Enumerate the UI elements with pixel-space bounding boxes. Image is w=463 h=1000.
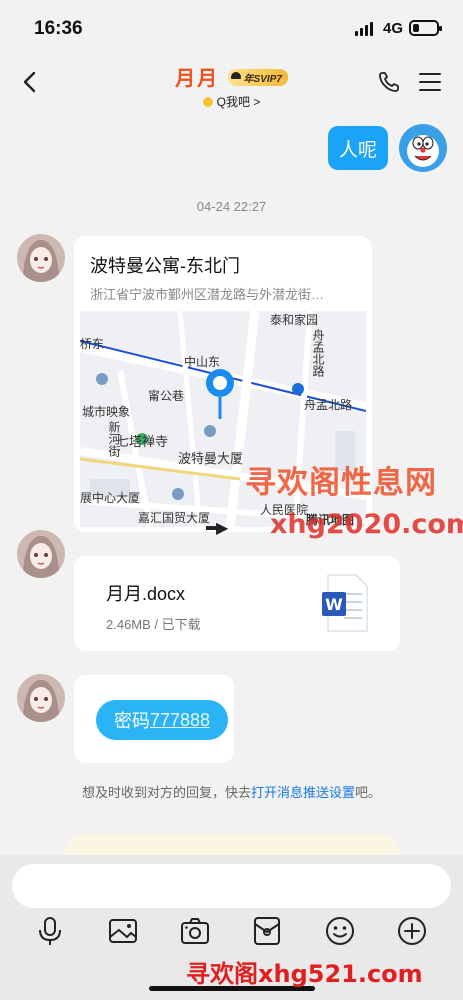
battery-level xyxy=(413,24,419,32)
status-bar: 16:36 4G xyxy=(0,0,463,58)
push-notice: 想及时收到对方的回复，快去打开消息推送设置吧。 xyxy=(81,785,382,800)
emoji-icon[interactable] xyxy=(324,915,356,947)
svg-text:W: W xyxy=(325,595,343,614)
file-meta: 2.46MB / 已下载 xyxy=(106,617,201,632)
battery-icon xyxy=(409,20,442,36)
vip-badge: 年SVIP7 xyxy=(227,69,288,86)
file-message-card[interactable]: 月月.docx 2.46MB / 已下载 W xyxy=(74,556,400,651)
message-input[interactable] xyxy=(12,864,451,908)
chat-header: 月月 年SVIP7 Q我吧 > xyxy=(0,58,463,110)
map-label: 中山东 xyxy=(184,355,221,369)
password-value[interactable]: 777888 xyxy=(150,710,210,731)
my-avatar[interactable] xyxy=(399,124,447,172)
status-dot-icon xyxy=(202,97,213,107)
location-title: 波特曼公寓-东北门 xyxy=(90,256,240,276)
contact-avatar[interactable] xyxy=(17,530,65,578)
watermark-top: 寻欢阁性息网 xyxy=(245,465,437,500)
watermark-bottom: 寻欢阁xhg521.com xyxy=(186,960,423,988)
contact-avatar[interactable] xyxy=(17,234,65,282)
password-message-card[interactable]: 密码 777888 xyxy=(74,675,234,763)
phone-icon[interactable] xyxy=(377,70,401,94)
map-label: 城市映象 xyxy=(82,405,131,419)
map-label: 嘉汇国贸大厦 xyxy=(138,511,211,525)
password-label: 密码 xyxy=(114,711,150,731)
camera-icon[interactable] xyxy=(179,915,211,947)
contact-name: 月月 xyxy=(175,68,220,90)
input-toolbar xyxy=(0,915,463,951)
contact-subtitle[interactable]: Q我吧 > xyxy=(0,93,463,110)
menu-icon[interactable] xyxy=(418,70,442,94)
word-doc-icon: W xyxy=(322,574,368,632)
map-label: 泰和家园 xyxy=(270,313,319,327)
map-label: 七塔禅寺 xyxy=(116,434,169,449)
map-label: 波特曼大厦 xyxy=(178,451,244,466)
contact-avatar[interactable] xyxy=(17,674,65,722)
map-label: 舟孟北路 xyxy=(311,329,325,377)
red-packet-icon[interactable] xyxy=(251,915,283,947)
location-address: 浙江省宁波市鄞州区潜龙路与外潜龙街… xyxy=(90,287,325,302)
map-label: 舟孟北路 xyxy=(304,398,353,412)
map-label: 甯公巷 xyxy=(148,389,185,403)
image-icon[interactable] xyxy=(107,915,139,947)
signal-icon xyxy=(355,22,373,36)
mic-icon[interactable] xyxy=(34,915,66,947)
push-settings-link[interactable]: 打开消息推送设置 xyxy=(251,785,355,800)
map-label: 桥东 xyxy=(80,337,105,351)
message-timestamp: 04-24 22:27 xyxy=(196,199,267,214)
status-time: 16:36 xyxy=(34,18,83,39)
password-pill[interactable]: 密码 777888 xyxy=(96,700,229,740)
map-label: 展中心大厦 xyxy=(80,491,141,505)
outgoing-message-bubble[interactable]: 人呢 xyxy=(328,126,388,170)
watermark-middle: xhg2020.com xyxy=(270,509,463,540)
network-type: 4G xyxy=(383,20,404,37)
watermark-arrow-icon: ▪▪▪▶ xyxy=(205,520,228,537)
plus-icon[interactable] xyxy=(396,915,428,947)
file-name: 月月.docx xyxy=(106,584,186,604)
